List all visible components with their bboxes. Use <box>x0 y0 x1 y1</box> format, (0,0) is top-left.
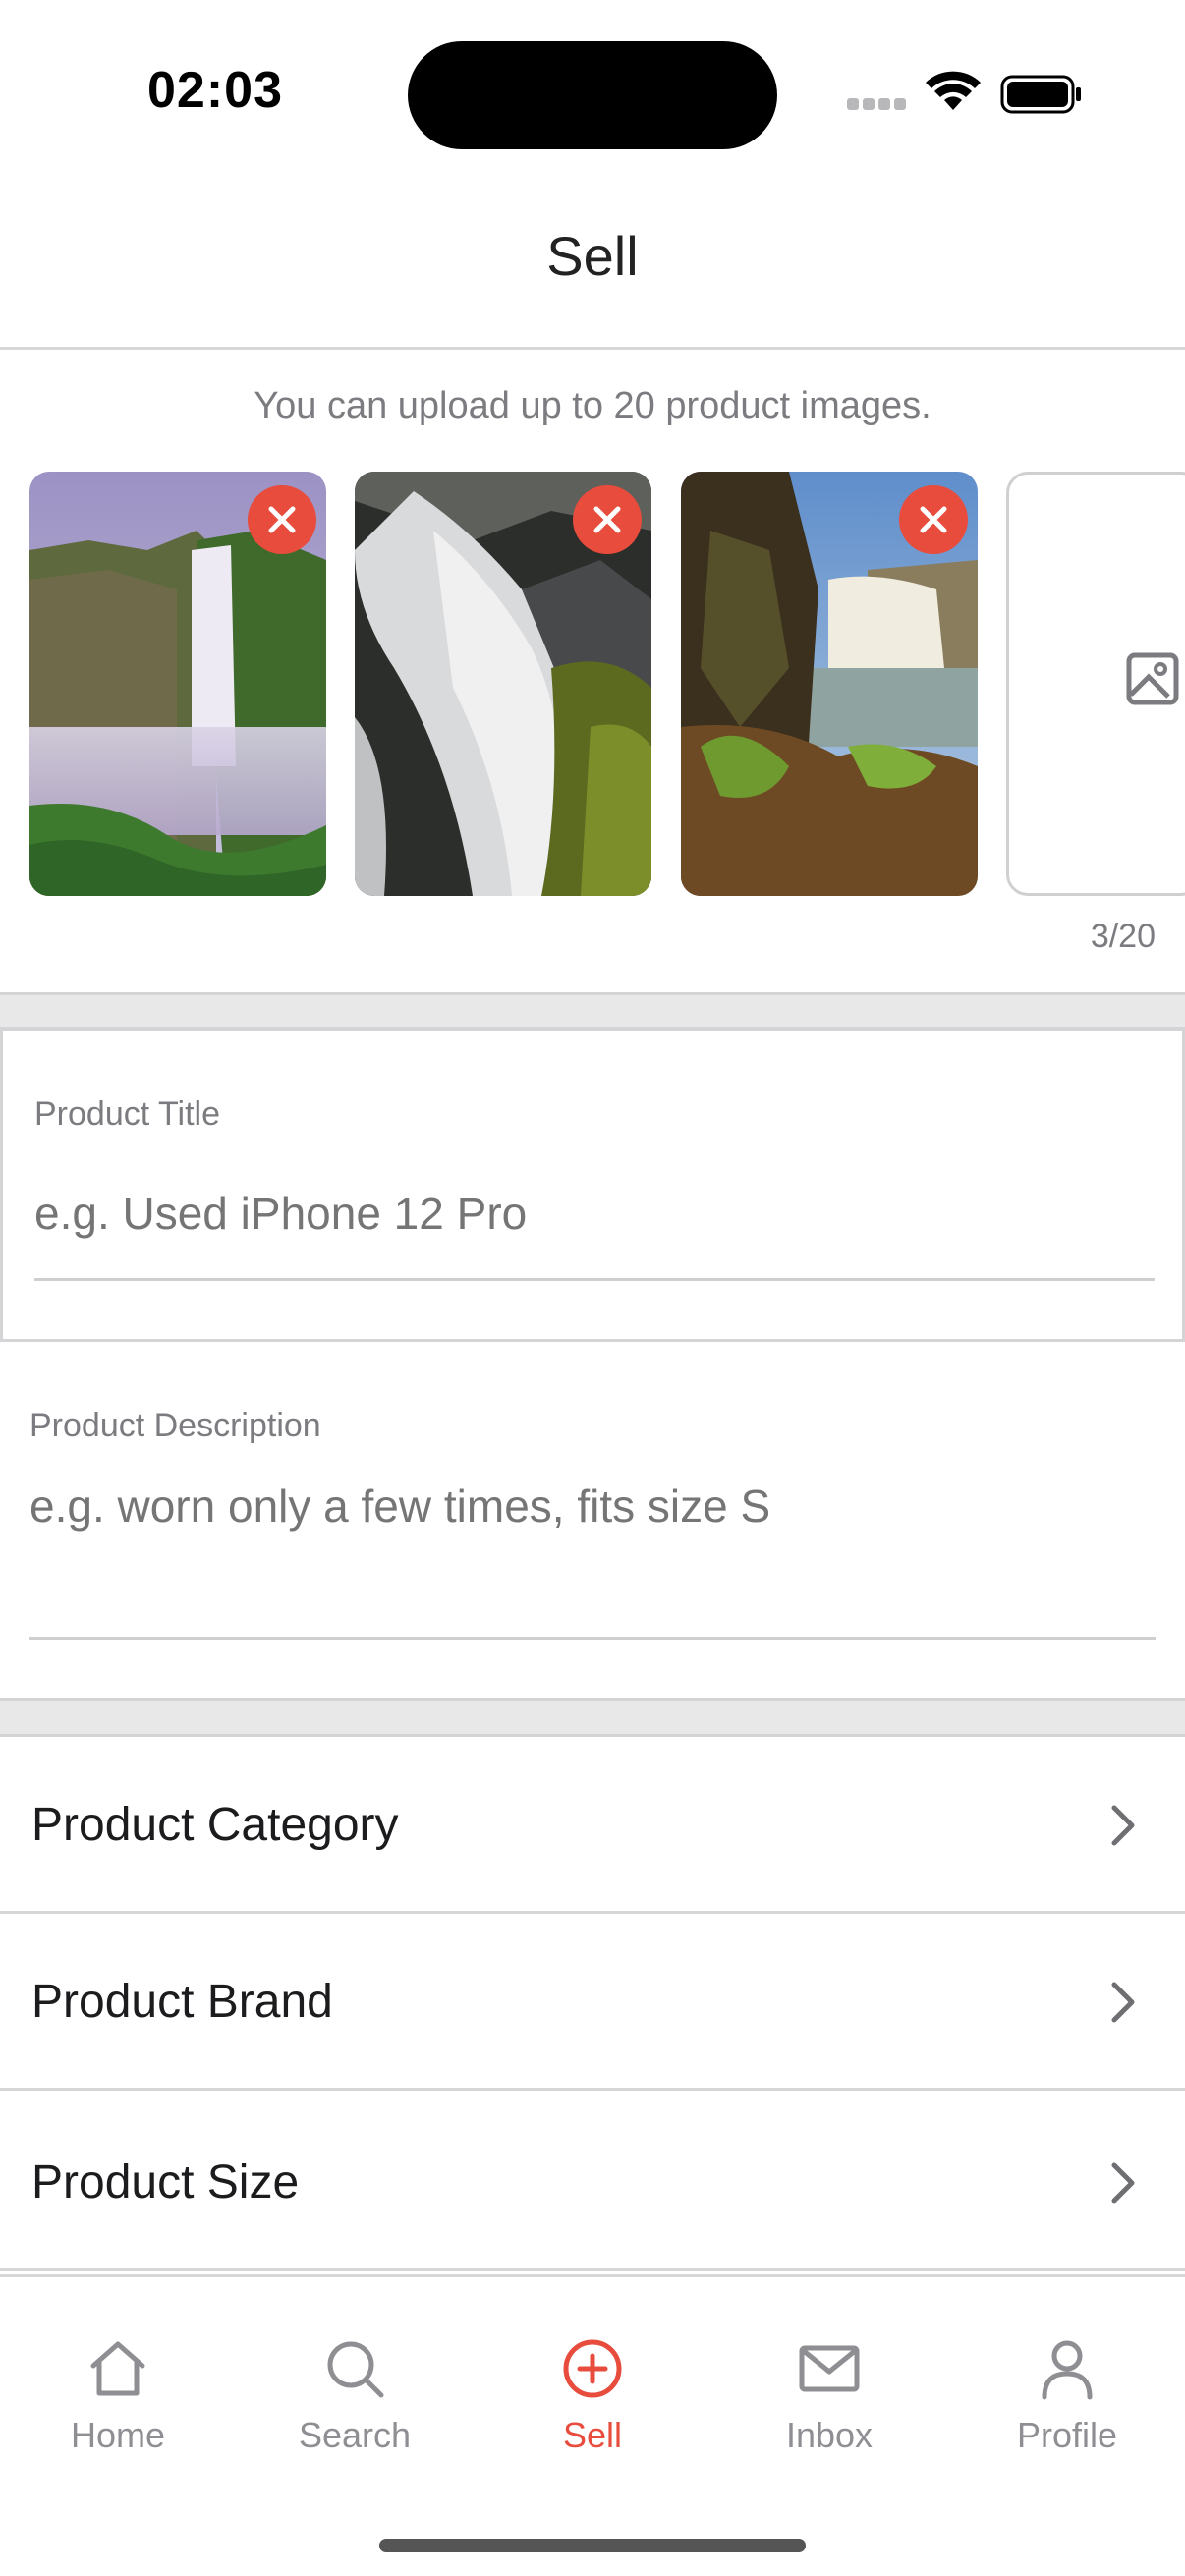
close-icon <box>920 506 947 533</box>
product-size-row[interactable]: Product Size <box>0 2095 1185 2271</box>
product-brand-row[interactable]: Product Brand <box>0 1914 1185 2091</box>
header-divider <box>0 347 1185 350</box>
section-separator <box>0 992 1185 1030</box>
tab-sell[interactable]: Sell <box>494 2336 691 2456</box>
product-title-field: Product Title <box>0 1028 1185 1342</box>
home-icon <box>90 2341 145 2396</box>
product-description-input[interactable] <box>29 1480 1156 1627</box>
tab-search-label: Search <box>298 2415 412 2455</box>
remove-image-button-3[interactable] <box>899 485 968 554</box>
product-description-label: Product Description <box>29 1407 321 1444</box>
row-divider <box>0 2268 1185 2271</box>
status-time: 02:03 <box>147 62 283 119</box>
home-indicator[interactable] <box>379 2539 806 2552</box>
product-category-label: Product Category <box>31 1799 399 1851</box>
close-icon <box>268 506 296 533</box>
status-bar: 02:03 <box>0 0 1185 187</box>
tab-home-label: Home <box>70 2415 166 2455</box>
tab-home[interactable]: Home <box>20 2336 216 2456</box>
remove-image-button-2[interactable] <box>573 485 642 554</box>
chevron-right-icon <box>1111 1982 1135 2023</box>
product-image-2[interactable] <box>355 472 651 896</box>
tab-sell-label: Sell <box>562 2415 623 2455</box>
cellular-signal-icon <box>847 98 908 112</box>
product-size-label: Product Size <box>31 2156 300 2209</box>
product-title-input[interactable] <box>34 1178 1155 1249</box>
product-title-label: Product Title <box>34 1095 220 1133</box>
wifi-icon <box>926 71 981 110</box>
plus-circle-icon <box>563 2339 622 2398</box>
tab-inbox-label: Inbox <box>785 2415 874 2455</box>
upload-hint: You can upload up to 20 product images. <box>254 385 931 426</box>
chevron-right-icon <box>1111 1805 1135 1846</box>
battery-icon <box>1000 75 1081 114</box>
page-title: Sell <box>546 225 639 287</box>
chevron-right-icon <box>1111 2162 1135 2204</box>
remove-image-button-1[interactable] <box>248 485 316 554</box>
tab-inbox[interactable]: Inbox <box>731 2336 928 2456</box>
tab-bar: Home Search Sell Inbox Profile <box>0 2274 1185 2576</box>
search-icon <box>327 2341 384 2398</box>
product-brand-label: Product Brand <box>31 1976 333 2028</box>
tab-profile-label: Profile <box>1016 2415 1118 2455</box>
tab-profile[interactable]: Profile <box>969 2336 1165 2456</box>
user-icon <box>1042 2340 1093 2400</box>
product-category-row[interactable]: Product Category <box>0 1737 1185 1914</box>
close-icon <box>593 506 621 533</box>
add-image-button[interactable] <box>1006 472 1185 896</box>
product-image-1[interactable] <box>29 472 326 896</box>
image-count: 3/20 <box>1090 918 1156 955</box>
title-underline <box>34 1278 1155 1281</box>
tab-search[interactable]: Search <box>256 2336 453 2456</box>
product-image-3[interactable] <box>681 472 978 896</box>
section-separator <box>0 1698 1185 1737</box>
dynamic-island <box>408 41 777 149</box>
add-image-icon <box>1126 652 1179 705</box>
row-divider <box>0 2088 1185 2091</box>
description-underline <box>29 1637 1156 1640</box>
mail-icon <box>799 2345 860 2392</box>
